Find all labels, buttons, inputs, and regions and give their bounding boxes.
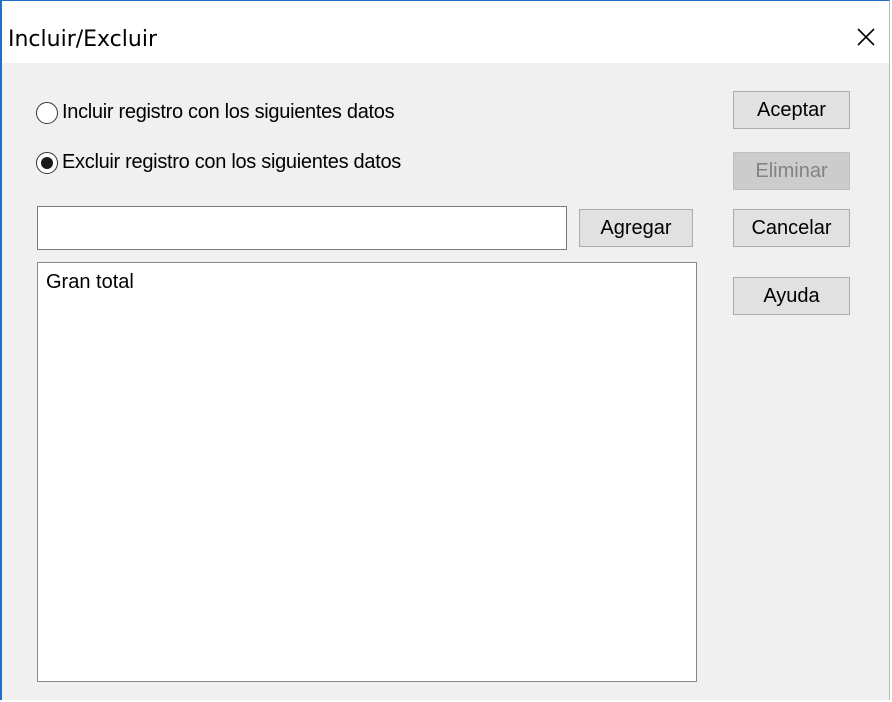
exclude-radio-option[interactable]: Excluir registro con los siguientes dato… (36, 151, 401, 174)
radio-selected-dot (41, 156, 53, 169)
window-title: Incluir/Excluir (8, 27, 157, 52)
include-radio-button[interactable] (36, 101, 58, 124)
add-button[interactable]: Agregar (579, 209, 693, 247)
exclude-radio-label[interactable]: Excluir registro con los siguientes dato… (62, 151, 401, 174)
exclude-radio-button[interactable] (36, 151, 58, 174)
close-icon (857, 28, 875, 46)
dialog-content: Incluir registro con los siguientes dato… (2, 63, 889, 700)
cancel-button[interactable]: Cancelar (733, 209, 850, 247)
dialog-window: Incluir/Excluir Incluir registro con los… (0, 0, 890, 700)
include-radio-label[interactable]: Incluir registro con los siguientes dato… (62, 101, 395, 124)
value-input[interactable] (37, 206, 567, 250)
delete-button: Eliminar (733, 152, 850, 190)
title-bar[interactable]: Incluir/Excluir (2, 1, 889, 63)
accept-button[interactable]: Aceptar (733, 91, 850, 129)
include-radio-option[interactable]: Incluir registro con los siguientes dato… (36, 101, 395, 124)
help-button[interactable]: Ayuda (733, 277, 850, 315)
close-button[interactable] (843, 15, 889, 59)
records-listbox[interactable]: Gran total (37, 262, 697, 682)
list-item[interactable]: Gran total (46, 271, 134, 294)
